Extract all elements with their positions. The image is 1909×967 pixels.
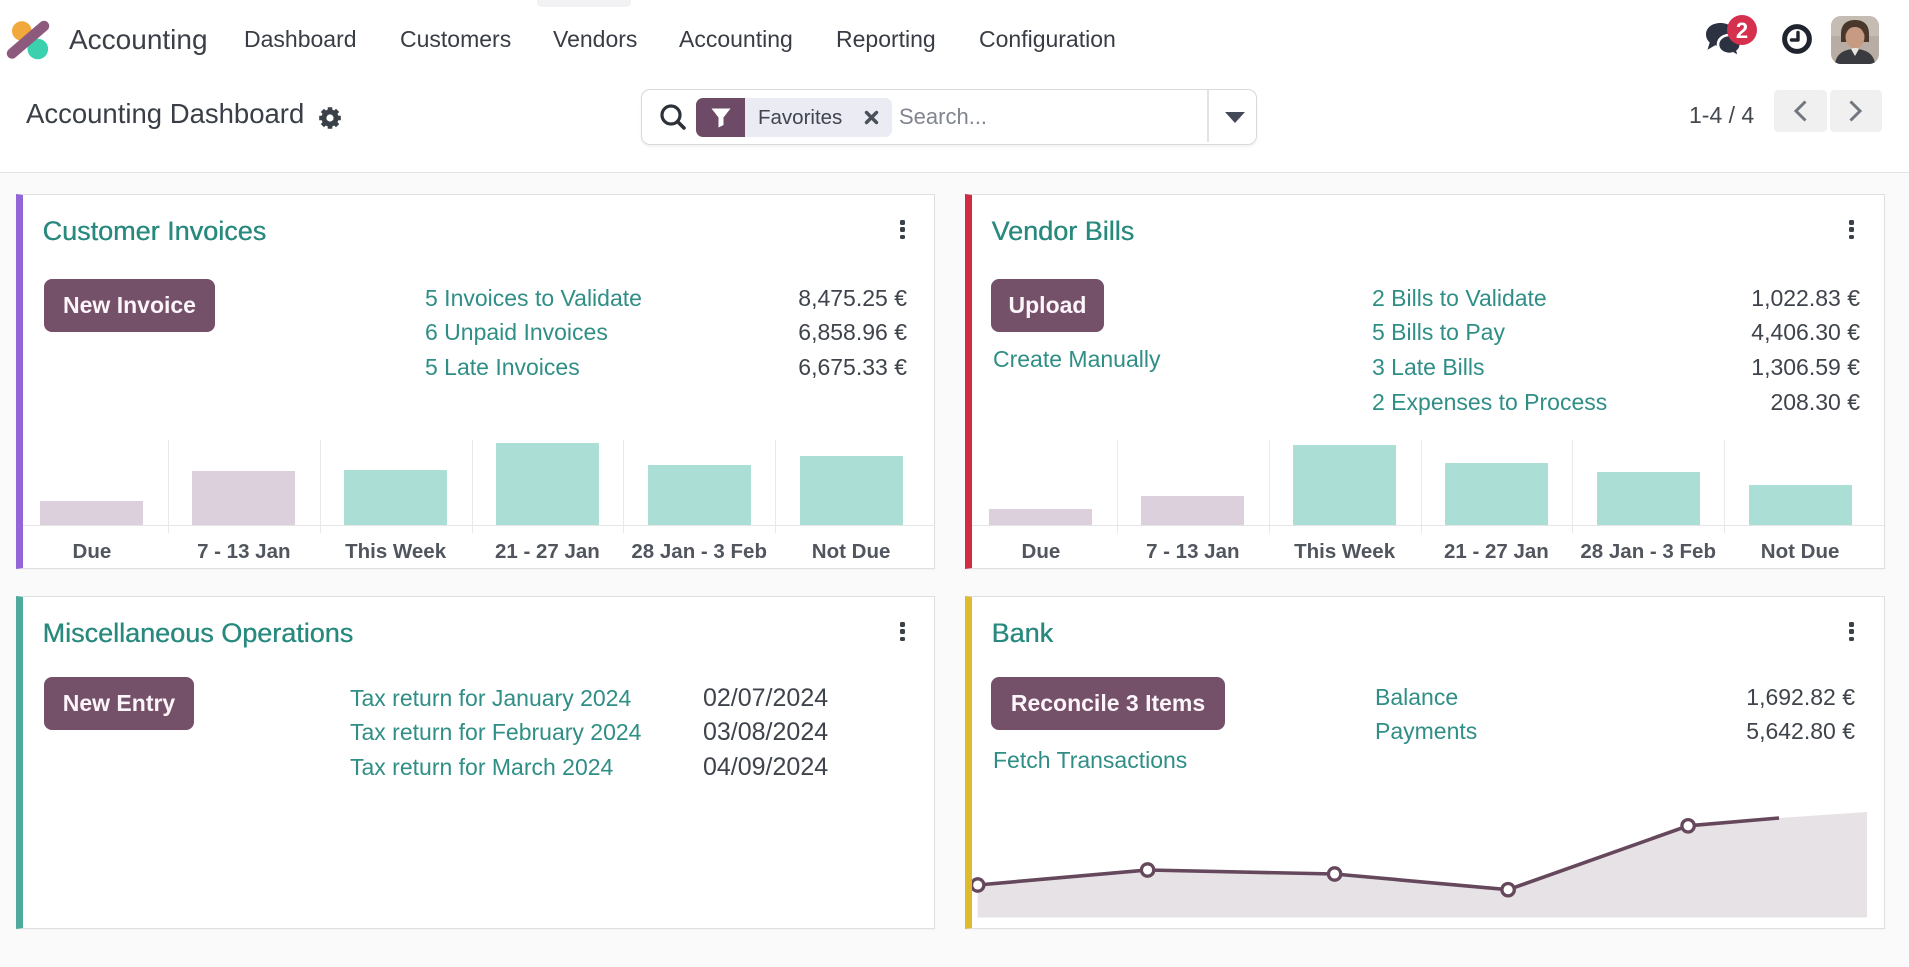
svg-text:2: 2 [1736,18,1748,43]
